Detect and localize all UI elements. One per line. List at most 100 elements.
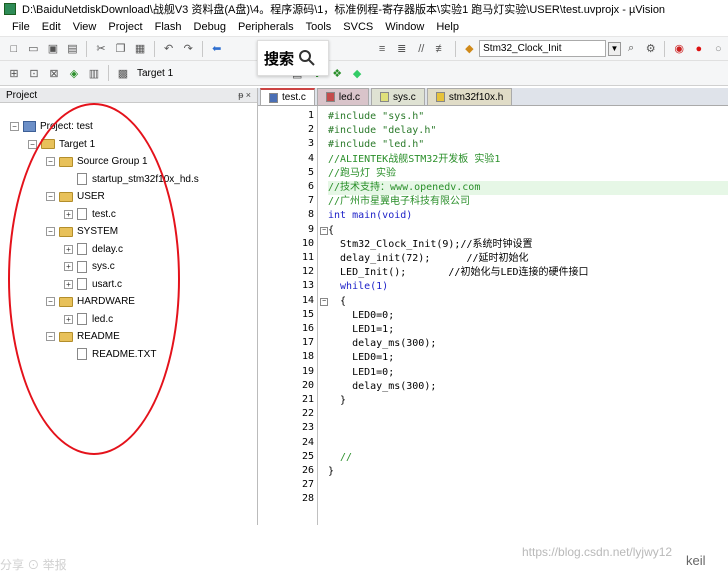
options-icon[interactable]: ❖ (329, 65, 345, 81)
tree-item-folder[interactable]: − README (46, 328, 120, 345)
collapse-icon[interactable]: − (46, 192, 55, 201)
collapse-icon[interactable]: − (46, 332, 55, 341)
code-line[interactable]: LED1=0; (328, 366, 394, 380)
code-line[interactable]: LED_Init(); //初始化与LED连接的硬件接口 (328, 266, 588, 280)
redo-icon[interactable]: ↷ (180, 41, 196, 57)
menu-item-debug[interactable]: Debug (188, 21, 232, 33)
indent-icon[interactable]: ≡ (374, 41, 390, 57)
new-file-icon[interactable]: □ (6, 41, 22, 57)
tree-item-folder[interactable]: − USER (46, 188, 105, 205)
code-line[interactable]: { (328, 224, 334, 238)
download-icon[interactable]: ▥ (86, 65, 102, 81)
stop-build-icon[interactable]: ▩ (115, 65, 131, 81)
code-line[interactable]: delay_ms(300); (328, 337, 436, 351)
tree-item-target[interactable]: − Target 1 (28, 136, 95, 153)
expand-icon[interactable]: + (64, 262, 73, 271)
menu-item-peripherals[interactable]: Peripherals (232, 21, 300, 33)
run-time-env-icon[interactable]: ◆ (349, 65, 365, 81)
code-line[interactable]: //广州市星翼电子科技有限公司 (328, 195, 470, 209)
menu-item-help[interactable]: Help (430, 21, 465, 33)
paste-icon[interactable]: ▦ (132, 41, 148, 57)
cut-icon[interactable]: ✂ (93, 41, 109, 57)
disable-breakpoint-icon[interactable]: ○ (711, 41, 727, 57)
pin-close-icon[interactable]: ᵽ × (238, 90, 251, 100)
code-line[interactable]: #include "delay.h" (328, 124, 436, 138)
tree-item-folder[interactable]: − HARDWARE (46, 293, 135, 310)
code-line[interactable]: //技术支持：www.openedv.com (328, 181, 480, 195)
code-line[interactable]: LED1=1; (328, 323, 394, 337)
menu-item-view[interactable]: View (67, 21, 103, 33)
code-line[interactable]: while(1) (328, 280, 388, 294)
code-line[interactable]: #include "sys.h" (328, 110, 424, 124)
code-line[interactable]: #include "led.h" (328, 138, 424, 152)
translate-icon[interactable]: ⊞ (6, 65, 22, 81)
menu-item-edit[interactable]: Edit (36, 21, 67, 33)
tree-item-file[interactable]: + usart.c (64, 276, 122, 293)
menu-item-tools[interactable]: Tools (300, 21, 338, 33)
code-line[interactable]: // (328, 451, 352, 465)
menu-item-svcs[interactable]: SVCS (337, 21, 379, 33)
search-popup[interactable]: 搜索 (257, 40, 329, 76)
open-file-icon[interactable]: ▭ (26, 41, 42, 57)
uncomment-icon[interactable]: ≢ (433, 41, 449, 57)
tree-item-folder[interactable]: − Source Group 1 (46, 153, 148, 170)
rebuild-icon[interactable]: ⊠ (46, 65, 62, 81)
tree-item-file[interactable]: + led.c (64, 311, 113, 328)
breakpoint-icon[interactable]: ● (691, 41, 707, 57)
code-line[interactable]: { (328, 295, 346, 309)
fold-marker-icon[interactable]: − (320, 226, 328, 235)
tab-sys-c[interactable]: sys.c (371, 88, 425, 105)
nav-back-icon[interactable]: ⬅ (209, 41, 225, 57)
start-debug-icon[interactable]: ◉ (671, 41, 687, 57)
tab-led-c[interactable]: led.c (316, 88, 370, 105)
save-icon[interactable]: ▣ (45, 41, 61, 57)
target-selector[interactable]: Target 1 (133, 64, 177, 82)
collapse-icon[interactable]: − (10, 122, 19, 131)
menu-item-flash[interactable]: Flash (149, 21, 188, 33)
save-all-icon[interactable]: ▤ (65, 41, 81, 57)
code-area[interactable]: 1 #include "sys.h" 2 #include "delay.h" 3 #in… (258, 106, 728, 525)
find-icon[interactable]: ⌕ (623, 41, 639, 57)
chevron-down-icon[interactable]: ▼ (607, 41, 622, 56)
tree-item-file[interactable]: + sys.c (64, 258, 115, 275)
menu-item-file[interactable]: File (6, 21, 36, 33)
code-line[interactable]: //ALIENTEK战舰STM32开发板 实验1 (328, 153, 500, 167)
code-line[interactable]: //跑马灯 实验 (328, 167, 396, 181)
code-line[interactable]: delay_ms(300); (328, 380, 436, 394)
collapse-icon[interactable]: − (46, 157, 55, 166)
find-in-files-icon[interactable]: ◆ (462, 41, 478, 57)
code-line[interactable]: } (328, 465, 334, 479)
tab-test-c[interactable]: test.c (260, 88, 315, 105)
batch-build-icon[interactable]: ◈ (66, 65, 82, 81)
expand-icon[interactable]: + (64, 279, 73, 289)
expand-icon[interactable]: + (64, 209, 73, 219)
collapse-icon[interactable]: − (28, 139, 37, 149)
expand-icon[interactable]: + (64, 314, 73, 324)
comment-icon[interactable]: // (413, 41, 429, 57)
menu-item-window[interactable]: Window (379, 21, 430, 33)
tree-item-folder[interactable]: − SYSTEM (46, 223, 118, 240)
fold-marker-icon[interactable]: − (320, 297, 328, 306)
menu-item-project[interactable]: Project (102, 21, 148, 33)
tree-item-file[interactable]: README.TXT (64, 346, 156, 363)
code-line[interactable]: Stm32_Clock_Init(9);//系统时钟设置 (328, 238, 532, 252)
function-combo[interactable]: Stm32_Clock_Init (479, 40, 606, 57)
collapse-icon[interactable]: − (46, 227, 55, 236)
tab-stm32f10x-h[interactable]: stm32f10x.h (426, 88, 513, 105)
code-line[interactable]: delay_init(72); //延时初始化 (328, 252, 528, 266)
code-line[interactable]: } (328, 394, 346, 408)
tree-item-project[interactable]: − Project: test (10, 118, 93, 135)
tree-item-file[interactable]: startup_stm32f10x_hd.s (64, 171, 199, 188)
code-line[interactable]: LED0=1; (328, 351, 394, 365)
collapse-icon[interactable]: − (46, 297, 55, 306)
unindent-icon[interactable]: ≣ (394, 41, 410, 57)
tree-item-file[interactable]: + test.c (64, 206, 116, 223)
build-icon[interactable]: ⊡ (26, 65, 42, 81)
copy-icon[interactable]: ❐ (113, 41, 129, 57)
undo-icon[interactable]: ↶ (161, 41, 177, 57)
debug-settings-icon[interactable]: ⚙ (643, 41, 659, 57)
code-line[interactable]: int main(void) (328, 209, 412, 223)
code-line[interactable]: LED0=0; (328, 309, 394, 323)
tree-item-file[interactable]: + delay.c (64, 241, 123, 258)
expand-icon[interactable]: + (64, 244, 73, 254)
